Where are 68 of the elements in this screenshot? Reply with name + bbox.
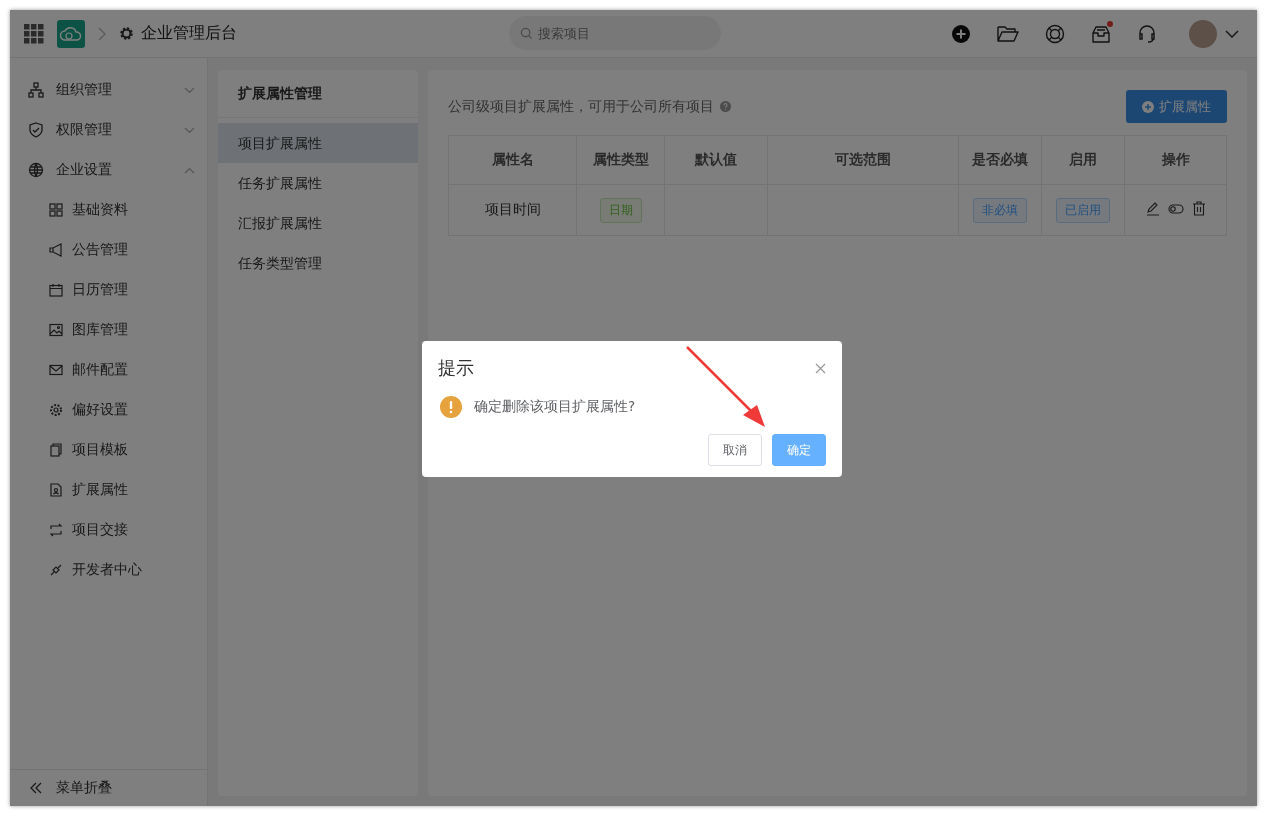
- grid-icon: [49, 203, 63, 217]
- search-field[interactable]: 搜索项目: [509, 16, 721, 50]
- menu-item[interactable]: 项目交接: [10, 510, 207, 550]
- mail-icon: [49, 363, 63, 377]
- menu-item[interactable]: 扩展属性: [10, 470, 207, 510]
- headset-icon[interactable]: [1137, 23, 1157, 44]
- app-grid-icon[interactable]: [24, 23, 44, 44]
- close-icon[interactable]: [815, 362, 826, 374]
- plus-circle-icon: [1142, 100, 1154, 113]
- menu-item[interactable]: 企业设置: [10, 150, 207, 190]
- collapse-menu-button[interactable]: 菜单折叠: [10, 769, 207, 806]
- gear-icon: [49, 403, 63, 417]
- column-header: 是否必填: [958, 135, 1042, 185]
- edit-icon[interactable]: [1145, 201, 1160, 216]
- folder-icon[interactable]: [997, 24, 1019, 43]
- document-icon: [49, 483, 63, 497]
- column-header: 操作: [1124, 135, 1227, 185]
- toggle-icon[interactable]: [1168, 202, 1184, 215]
- dialog-title: 提示: [438, 356, 474, 380]
- warning-icon: [440, 396, 462, 418]
- menu-item[interactable]: 图库管理: [10, 310, 207, 350]
- required-tag: 非必填: [973, 197, 1027, 223]
- status-tag: 已启用: [1056, 197, 1110, 223]
- chevron-down-icon[interactable]: [1225, 29, 1239, 38]
- menu-item[interactable]: 开发者中心: [10, 550, 207, 590]
- swap-icon: [49, 523, 63, 537]
- globe-icon: [28, 162, 44, 178]
- gear-icon: [119, 26, 134, 41]
- column-header: 可选范围: [767, 135, 959, 185]
- confirm-button[interactable]: 确定: [772, 434, 826, 466]
- trash-icon[interactable]: [1192, 201, 1206, 216]
- link-icon: [49, 563, 63, 577]
- menu-item[interactable]: 权限管理: [10, 110, 207, 150]
- type-tag: 日期: [599, 197, 642, 223]
- subnav-item[interactable]: 项目扩展属性: [218, 123, 418, 163]
- hierarchy-icon: [28, 82, 44, 98]
- search-icon: [520, 27, 533, 40]
- app-title: 企业管理后台: [141, 23, 237, 44]
- column-header: 默认值: [664, 135, 768, 185]
- menu-item[interactable]: 偏好设置: [10, 390, 207, 430]
- cancel-button[interactable]: 取消: [708, 434, 762, 466]
- copy-icon: [49, 443, 63, 457]
- subnav-item[interactable]: 任务扩展属性: [218, 163, 418, 203]
- menu-item[interactable]: 邮件配置: [10, 350, 207, 390]
- menu-item[interactable]: 项目模板: [10, 430, 207, 470]
- chevron-right-icon: [98, 26, 106, 41]
- subnav-item[interactable]: 汇报扩展属性: [218, 203, 418, 243]
- subnav-item[interactable]: 任务类型管理: [218, 243, 418, 283]
- calendar-icon: [49, 283, 63, 297]
- megaphone-icon: [49, 243, 63, 257]
- dialog-message: 确定删除该项目扩展属性?: [474, 398, 636, 416]
- menu-item[interactable]: 公告管理: [10, 230, 207, 270]
- menu-item[interactable]: 基础资料: [10, 190, 207, 230]
- column-header: 属性名: [448, 135, 577, 185]
- image-icon: [49, 323, 63, 337]
- column-header: 启用: [1041, 135, 1125, 185]
- description-text: 公司级项目扩展属性，可用于公司所有项目: [448, 97, 714, 116]
- shield-icon: [28, 122, 44, 138]
- plus-circle-icon[interactable]: [951, 23, 971, 44]
- menu-item[interactable]: 组织管理: [10, 70, 207, 110]
- add-attribute-button[interactable]: 扩展属性: [1126, 90, 1227, 123]
- inbox-icon[interactable]: [1091, 23, 1111, 44]
- menu-item[interactable]: 日历管理: [10, 270, 207, 310]
- lifebuoy-icon[interactable]: [1045, 23, 1065, 44]
- table-cell: 项目时间: [448, 184, 577, 236]
- column-header: 属性类型: [576, 135, 665, 185]
- subnav-title: 扩展属性管理: [218, 70, 418, 118]
- double-chevron-left-icon: [30, 782, 42, 794]
